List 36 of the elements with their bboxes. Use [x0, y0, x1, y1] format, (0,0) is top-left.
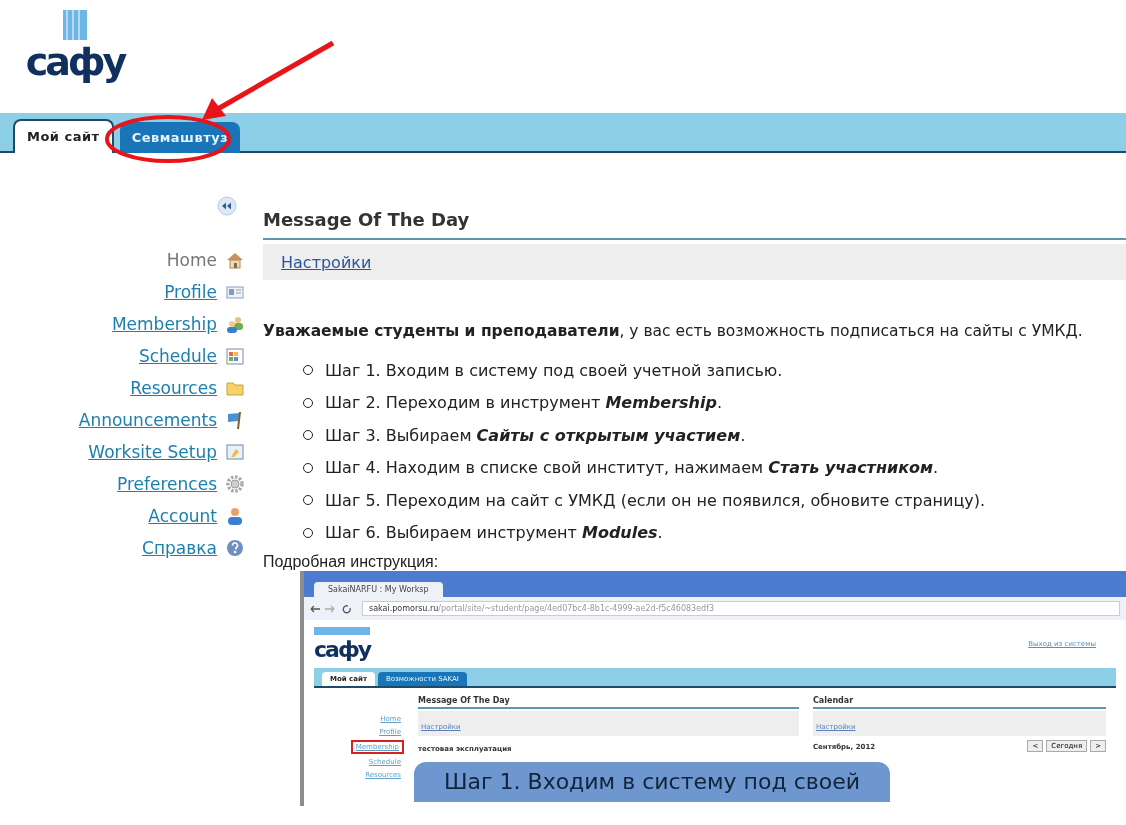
sidebar-item[interactable]: Resources	[130, 378, 217, 398]
sidebar-item[interactable]: Announcements	[78, 410, 217, 430]
collapse-icon[interactable]	[217, 196, 237, 216]
portlet-title: Message Of The Day	[418, 694, 799, 709]
address-bar: sakai.pomorsu.ru/portal/site/~student/page/4ed07bc4-8b1c-4999-ae2d-f5c46083edf3	[362, 601, 1120, 616]
intro-text: Уважаемые студенты и преподаватели, у вас есть возможность подписаться на сайты с УМКД.	[263, 322, 1084, 340]
portlet-title: Message Of The Day	[263, 209, 1126, 240]
gear-icon	[225, 474, 245, 494]
sidebar-item[interactable]: Справка	[142, 538, 217, 558]
settings-link[interactable]: Настройки	[281, 252, 372, 272]
university-logo[interactable]: сафу	[25, 10, 125, 84]
sidebar-item[interactable]: Profile	[164, 282, 217, 302]
step-text: Шаг 2. Переходим в инструмент Membership.	[325, 393, 722, 413]
step-callout: Шаг 1. Входим в систему под своей	[414, 762, 891, 802]
site-tab[interactable]: Мой сайт	[13, 119, 114, 153]
sidebar-item[interactable]: Account	[148, 506, 217, 526]
sidebar-item[interactable]: Membership	[111, 314, 217, 334]
calendar-icon	[225, 346, 245, 366]
step-text: Шаг 1. Входим в систему под своей учетной записью.	[325, 360, 783, 380]
browser-nav-icon	[310, 603, 354, 614]
sidebar-item[interactable]: Worksite Setup	[88, 442, 217, 462]
window-icon	[225, 442, 245, 462]
step-text: Шаг 5. Переходим на сайт с УМКД (если он не появился, обновите страницу).	[325, 490, 986, 510]
step-text: Шаг 6. Выбираем инструмент Modules.	[325, 523, 663, 543]
people-icon	[225, 314, 245, 334]
house-icon	[225, 250, 245, 270]
instruction-label: Подробная инструкция:	[263, 553, 440, 571]
portlet-title: Calendar	[812, 694, 1106, 709]
sidebar-item[interactable]: Home	[166, 250, 217, 270]
site-tab[interactable]: Севмашвтуз	[119, 122, 241, 153]
person-icon	[225, 506, 245, 526]
step-text: Шаг 3. Выбираем Сайты с открытым участием.	[325, 425, 746, 445]
sidebar-item[interactable]: Schedule	[138, 346, 217, 366]
step-text: Шаг 4. Находим в списке свой институт, нажимаем Стать участником.	[325, 458, 939, 478]
sidebar-item[interactable]: Preferences	[117, 474, 217, 494]
help-icon	[225, 538, 245, 558]
